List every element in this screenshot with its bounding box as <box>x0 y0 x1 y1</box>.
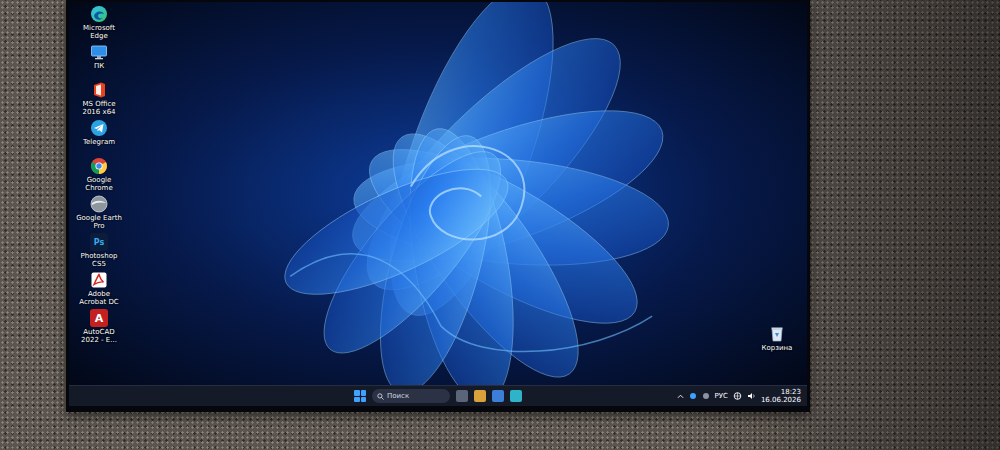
desktop-icon[interactable]: PsPhotoshop CS5 <box>75 233 123 269</box>
edge-icon <box>90 5 108 23</box>
desktop-icon-label: ПК <box>94 62 104 70</box>
speaker-icon[interactable] <box>747 392 756 400</box>
desktop-icon-label: Google Chrome <box>75 176 123 192</box>
room-wall: Microsoft Edge ПК MS Office 2016 x64 Telegr… <box>0 0 1000 450</box>
chrome-icon <box>90 157 108 175</box>
autocad-icon: A <box>90 309 108 327</box>
desktop-icon-label: Корзина <box>762 344 793 352</box>
search-box[interactable]: Поиск <box>372 389 450 403</box>
screen: Microsoft Edge ПК MS Office 2016 x64 Telegr… <box>69 2 807 406</box>
recycle-bin-icon <box>768 325 786 343</box>
start-button[interactable] <box>354 390 366 402</box>
desktop-icon-label: Microsoft Edge <box>75 24 123 40</box>
desktop-icon[interactable]: Google Earth Pro <box>75 195 123 231</box>
recycle-bin[interactable]: Корзина <box>753 325 801 361</box>
desktop-icon[interactable]: Adobe Acrobat DC <box>75 271 123 307</box>
desktop: Microsoft Edge ПК MS Office 2016 x64 Telegr… <box>69 2 807 385</box>
desktop-icon[interactable]: Google Chrome <box>75 157 123 193</box>
bloom <box>269 2 680 385</box>
earth-icon <box>90 195 108 213</box>
taskbar-center: Поиск <box>354 389 522 403</box>
telegram-icon <box>90 119 108 137</box>
chevron-up-icon[interactable] <box>677 394 684 399</box>
desktop-icon[interactable]: Telegram <box>75 119 123 155</box>
acrobat-icon <box>90 271 108 289</box>
desktop-icon-column: Microsoft Edge ПК MS Office 2016 x64 Telegr… <box>75 5 123 379</box>
computer-icon <box>90 43 108 61</box>
clock-date: 16.06.2026 <box>761 396 801 404</box>
search-icon <box>377 393 384 400</box>
clock-time: 18:23 <box>781 388 801 396</box>
language-indicator[interactable]: РУС <box>715 392 728 400</box>
desktop-icon-column: Корзина <box>753 5 801 379</box>
desktop-icon-label: Photoshop CS5 <box>75 252 123 268</box>
taskbar: Поиск РУС 18:2316.06.2026 <box>69 385 807 406</box>
file-explorer-button[interactable] <box>474 390 486 402</box>
search-placeholder: Поиск <box>387 392 409 400</box>
desktop-icon[interactable]: Microsoft Edge <box>75 5 123 41</box>
desktop-icon[interactable]: MS Office 2016 x64 <box>75 81 123 117</box>
app-tray-icon[interactable] <box>702 392 710 400</box>
desktop-icon-label: AutoCAD 2022 - E... <box>75 328 123 344</box>
office-icon <box>90 81 108 99</box>
system-tray: РУС 18:2316.06.2026 <box>522 388 801 404</box>
monitor: Microsoft Edge ПК MS Office 2016 x64 Telegr… <box>66 0 810 412</box>
wallpaper <box>69 2 807 385</box>
network-icon[interactable] <box>733 392 742 400</box>
cloud-icon[interactable] <box>689 392 697 400</box>
photoshop-icon: Ps <box>90 233 108 251</box>
desktop-icon[interactable]: AAutoCAD 2022 - E... <box>75 309 123 345</box>
clock[interactable]: 18:2316.06.2026 <box>761 388 801 404</box>
desktop-icon-label: Telegram <box>83 138 115 146</box>
desktop-icon-label: Adobe Acrobat DC <box>75 290 123 306</box>
edge-button[interactable] <box>510 390 522 402</box>
store-button[interactable] <box>492 390 504 402</box>
desktop-icon-label: MS Office 2016 x64 <box>75 100 123 116</box>
task-view-button[interactable] <box>456 390 468 402</box>
desktop-icon-label: Google Earth Pro <box>75 214 123 230</box>
desktop-icon[interactable]: ПК <box>75 43 123 79</box>
